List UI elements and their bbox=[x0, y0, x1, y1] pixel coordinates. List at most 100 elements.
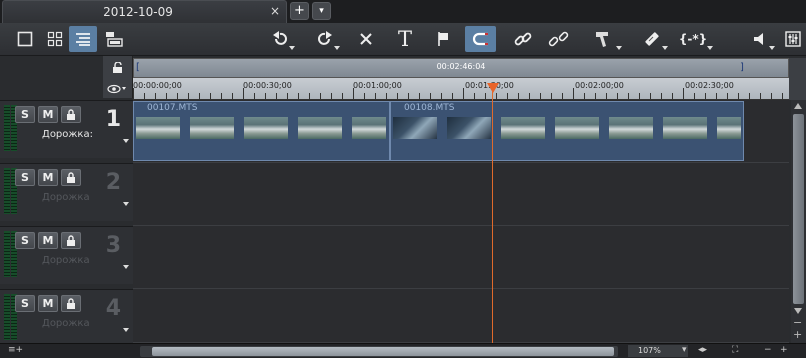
single-view-button[interactable] bbox=[12, 26, 38, 52]
clip-name: 00108.MTS bbox=[404, 103, 455, 113]
zoom-out-icon[interactable]: − bbox=[764, 345, 772, 355]
track-lane-2[interactable] bbox=[133, 163, 789, 226]
tick-mark bbox=[705, 93, 706, 99]
mute-button[interactable]: M bbox=[38, 295, 58, 312]
volume-button[interactable] bbox=[747, 26, 775, 52]
zoom-dropdown-icon[interactable]: ▾ bbox=[682, 345, 687, 355]
lock-open-icon[interactable] bbox=[111, 62, 125, 74]
tick-mark bbox=[463, 88, 464, 100]
cut-tool-dropdown-icon[interactable] bbox=[662, 46, 668, 50]
clip-thumbnail bbox=[555, 117, 599, 139]
text-tool-button[interactable]: T bbox=[392, 26, 418, 52]
solo-button[interactable]: S bbox=[15, 106, 35, 123]
fit-to-window-icon[interactable]: ⛶ bbox=[732, 345, 738, 355]
clip-thumbnail bbox=[244, 117, 288, 139]
track-lane-4[interactable] bbox=[133, 289, 789, 343]
scroll-up-icon[interactable] bbox=[794, 103, 802, 109]
undo-dropdown-icon[interactable] bbox=[289, 46, 295, 50]
track-header-4[interactable]: S M 4 Дорожка bbox=[0, 289, 133, 343]
delete-button[interactable] bbox=[354, 26, 378, 52]
lock-icon bbox=[67, 235, 75, 246]
tab-close-icon[interactable]: × bbox=[268, 4, 282, 18]
track-name[interactable]: Дорожка: bbox=[42, 129, 93, 140]
toolbar: T {-*} bbox=[0, 23, 806, 56]
scroll-down-icon[interactable] bbox=[794, 308, 802, 314]
lock-track-button[interactable] bbox=[61, 232, 81, 249]
solo-button[interactable]: S bbox=[15, 295, 35, 312]
speaker-icon bbox=[754, 33, 763, 45]
track-lane-3[interactable] bbox=[133, 226, 789, 289]
video-clip[interactable]: 00107.MTS bbox=[133, 101, 390, 161]
timeline-overview-bar[interactable]: [ 00:02:46:04 ] bbox=[133, 58, 789, 78]
clip-thumbnail bbox=[501, 117, 545, 139]
tick-mark bbox=[661, 93, 662, 99]
volume-dropdown-icon[interactable] bbox=[769, 46, 775, 50]
track-name[interactable]: Дорожка bbox=[42, 318, 90, 329]
tick-mark bbox=[419, 93, 420, 99]
eye-icon[interactable] bbox=[107, 84, 127, 94]
tick-mark bbox=[221, 93, 222, 99]
storyboard-view-button[interactable] bbox=[42, 26, 68, 52]
scene-view-button[interactable] bbox=[100, 26, 128, 52]
tab-bar: 2012-10-09 × + ▾ bbox=[0, 0, 806, 23]
horizontal-scrollbar[interactable] bbox=[140, 346, 618, 357]
mute-button[interactable]: M bbox=[38, 106, 58, 123]
track-header-3[interactable]: S M 3 Дорожка bbox=[0, 226, 133, 284]
overview-end-bracket[interactable]: ] bbox=[740, 62, 744, 73]
track-lane-1[interactable]: 00107.MTS 00108.MTS bbox=[133, 100, 789, 163]
add-tab-button[interactable]: + bbox=[290, 2, 309, 20]
cursor-tool-button[interactable] bbox=[590, 26, 622, 52]
vertical-scroll-thumb[interactable] bbox=[793, 114, 804, 304]
solo-button[interactable]: S bbox=[15, 232, 35, 249]
horizontal-scroll-thumb[interactable] bbox=[152, 347, 614, 356]
mute-button[interactable]: M bbox=[38, 169, 58, 186]
vertical-scrollbar[interactable]: − + bbox=[791, 100, 806, 343]
redo-button[interactable] bbox=[312, 26, 340, 52]
clip-name: 00107.MTS bbox=[147, 103, 198, 113]
tick-mark bbox=[496, 93, 497, 99]
lock-track-button[interactable] bbox=[61, 106, 81, 123]
tab-menu-button[interactable]: ▾ bbox=[312, 2, 331, 20]
video-clip[interactable]: 00108.MTS bbox=[390, 101, 744, 161]
zoom-value: 107% bbox=[638, 346, 661, 355]
magnet-snap-button[interactable] bbox=[465, 26, 496, 52]
tick-mark bbox=[353, 88, 354, 100]
add-track-icon[interactable]: ≡+ bbox=[8, 345, 23, 355]
zoom-in-icon[interactable]: + bbox=[780, 345, 788, 355]
track-header-2[interactable]: S M 2 Дорожка bbox=[0, 163, 133, 221]
track-header-1[interactable]: S M 1 Дорожка: bbox=[0, 100, 133, 158]
project-tab[interactable]: 2012-10-09 × bbox=[2, 0, 287, 23]
undo-button[interactable] bbox=[267, 26, 295, 52]
link-button[interactable] bbox=[510, 26, 536, 52]
track-menu-icon[interactable] bbox=[123, 139, 129, 143]
marker-button[interactable] bbox=[431, 26, 455, 52]
track-menu-icon[interactable] bbox=[123, 265, 129, 269]
redo-dropdown-icon[interactable] bbox=[334, 46, 340, 50]
mixer-button[interactable] bbox=[782, 26, 804, 52]
track-menu-icon[interactable] bbox=[123, 328, 129, 332]
timecode-label: 00:02:30;00 bbox=[685, 81, 734, 90]
lock-track-button[interactable] bbox=[61, 295, 81, 312]
tick-mark bbox=[243, 88, 244, 100]
tick-mark bbox=[650, 93, 651, 99]
markers-dropdown-icon[interactable] bbox=[707, 46, 713, 50]
solo-button[interactable]: S bbox=[15, 169, 35, 186]
cut-tool-button[interactable] bbox=[636, 26, 668, 52]
playhead-line[interactable] bbox=[492, 84, 493, 343]
mute-button[interactable]: M bbox=[38, 232, 58, 249]
clip-thumbnails bbox=[393, 117, 743, 139]
track-name[interactable]: Дорожка bbox=[42, 255, 90, 266]
project-duration: 00:02:46:04 bbox=[436, 62, 486, 71]
zoom-level[interactable]: 107% bbox=[628, 345, 688, 357]
playhead-handle[interactable] bbox=[487, 83, 499, 93]
timeline-view-button[interactable] bbox=[69, 26, 97, 52]
cursor-tool-dropdown-icon[interactable] bbox=[616, 46, 622, 50]
track-height-increase-icon[interactable]: + bbox=[793, 328, 802, 341]
track-name[interactable]: Дорожка bbox=[42, 192, 90, 203]
markers-button[interactable]: {-*} bbox=[675, 26, 713, 52]
unlink-button[interactable] bbox=[545, 26, 573, 52]
fit-width-icon[interactable]: ◂▸ bbox=[698, 345, 707, 355]
track-menu-icon[interactable] bbox=[123, 202, 129, 206]
lock-track-button[interactable] bbox=[61, 169, 81, 186]
timescale[interactable]: 00:00:00;00 00:00:30;00 00:01:00;00 00:0… bbox=[133, 78, 789, 100]
